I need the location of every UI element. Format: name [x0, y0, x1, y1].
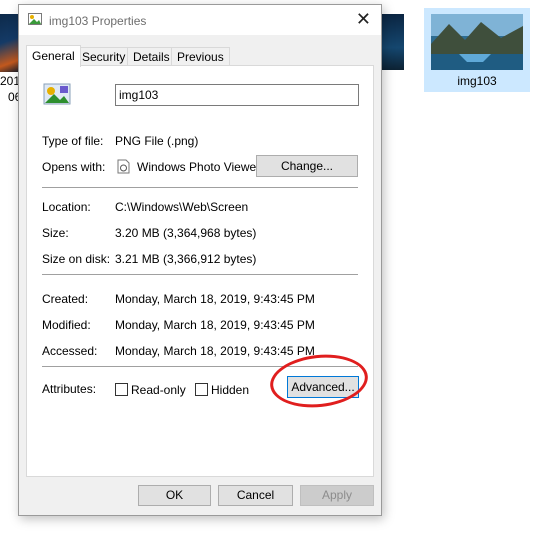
- accessed-value: Monday, March 18, 2019, 9:43:45 PM: [115, 344, 315, 358]
- modified-value: Monday, March 18, 2019, 9:43:45 PM: [115, 318, 315, 332]
- location-value: C:\Windows\Web\Screen: [115, 200, 249, 214]
- modified-label: Modified:: [42, 318, 91, 332]
- change-button[interactable]: Change...: [256, 155, 358, 177]
- size-label: Size:: [42, 226, 69, 240]
- accessed-label: Accessed:: [42, 344, 98, 358]
- tab-details[interactable]: Details: [127, 47, 176, 66]
- ok-button[interactable]: OK: [138, 485, 211, 506]
- tab-general[interactable]: General: [26, 45, 81, 67]
- type-value: PNG File (.png): [115, 134, 199, 148]
- size-value: 3.20 MB (3,364,968 bytes): [115, 226, 257, 240]
- hidden-label[interactable]: Hidden: [211, 383, 249, 397]
- photo-viewer-icon: [117, 159, 130, 177]
- opens-with-value: Windows Photo Viewer: [137, 160, 261, 174]
- cancel-button[interactable]: Cancel: [218, 485, 293, 506]
- image-file-icon: [28, 13, 42, 28]
- desktop-file-label: img103: [457, 74, 497, 88]
- created-label: Created:: [42, 292, 89, 306]
- tab-previous-versions[interactable]: Previous Versions: [171, 47, 230, 82]
- created-value: Monday, March 18, 2019, 9:43:45 PM: [115, 292, 315, 306]
- separator: [42, 274, 358, 275]
- properties-dialog: img103 Properties ✕ General Security Det…: [18, 4, 382, 516]
- background-thumbnail-mid[interactable]: [380, 14, 404, 70]
- image-thumbnail: [431, 14, 523, 70]
- apply-button[interactable]: Apply: [300, 485, 374, 506]
- close-icon[interactable]: ✕: [356, 9, 371, 30]
- image-file-icon: [43, 82, 71, 109]
- readonly-checkbox[interactable]: [115, 383, 128, 396]
- title-bar[interactable]: img103 Properties ✕: [19, 5, 381, 35]
- separator: [42, 187, 358, 188]
- opens-with-label: Opens with:: [42, 160, 106, 174]
- file-name-input[interactable]: img103: [115, 84, 359, 106]
- size-on-disk-value: 3.21 MB (3,366,912 bytes): [115, 252, 257, 266]
- type-label: Type of file:: [42, 134, 104, 148]
- attributes-label: Attributes:: [42, 382, 97, 396]
- tab-security[interactable]: Security: [76, 47, 132, 66]
- hidden-checkbox[interactable]: [195, 383, 208, 396]
- readonly-label[interactable]: Read-only: [131, 383, 186, 397]
- general-panel: img103 Type of file: PNG File (.png) Ope…: [26, 65, 374, 477]
- size-on-disk-label: Size on disk:: [42, 252, 111, 266]
- desktop-file-item[interactable]: img103: [424, 8, 530, 92]
- file-name-value[interactable]: img103: [119, 88, 158, 102]
- location-label: Location:: [42, 200, 91, 214]
- dialog-title: img103 Properties: [49, 14, 147, 28]
